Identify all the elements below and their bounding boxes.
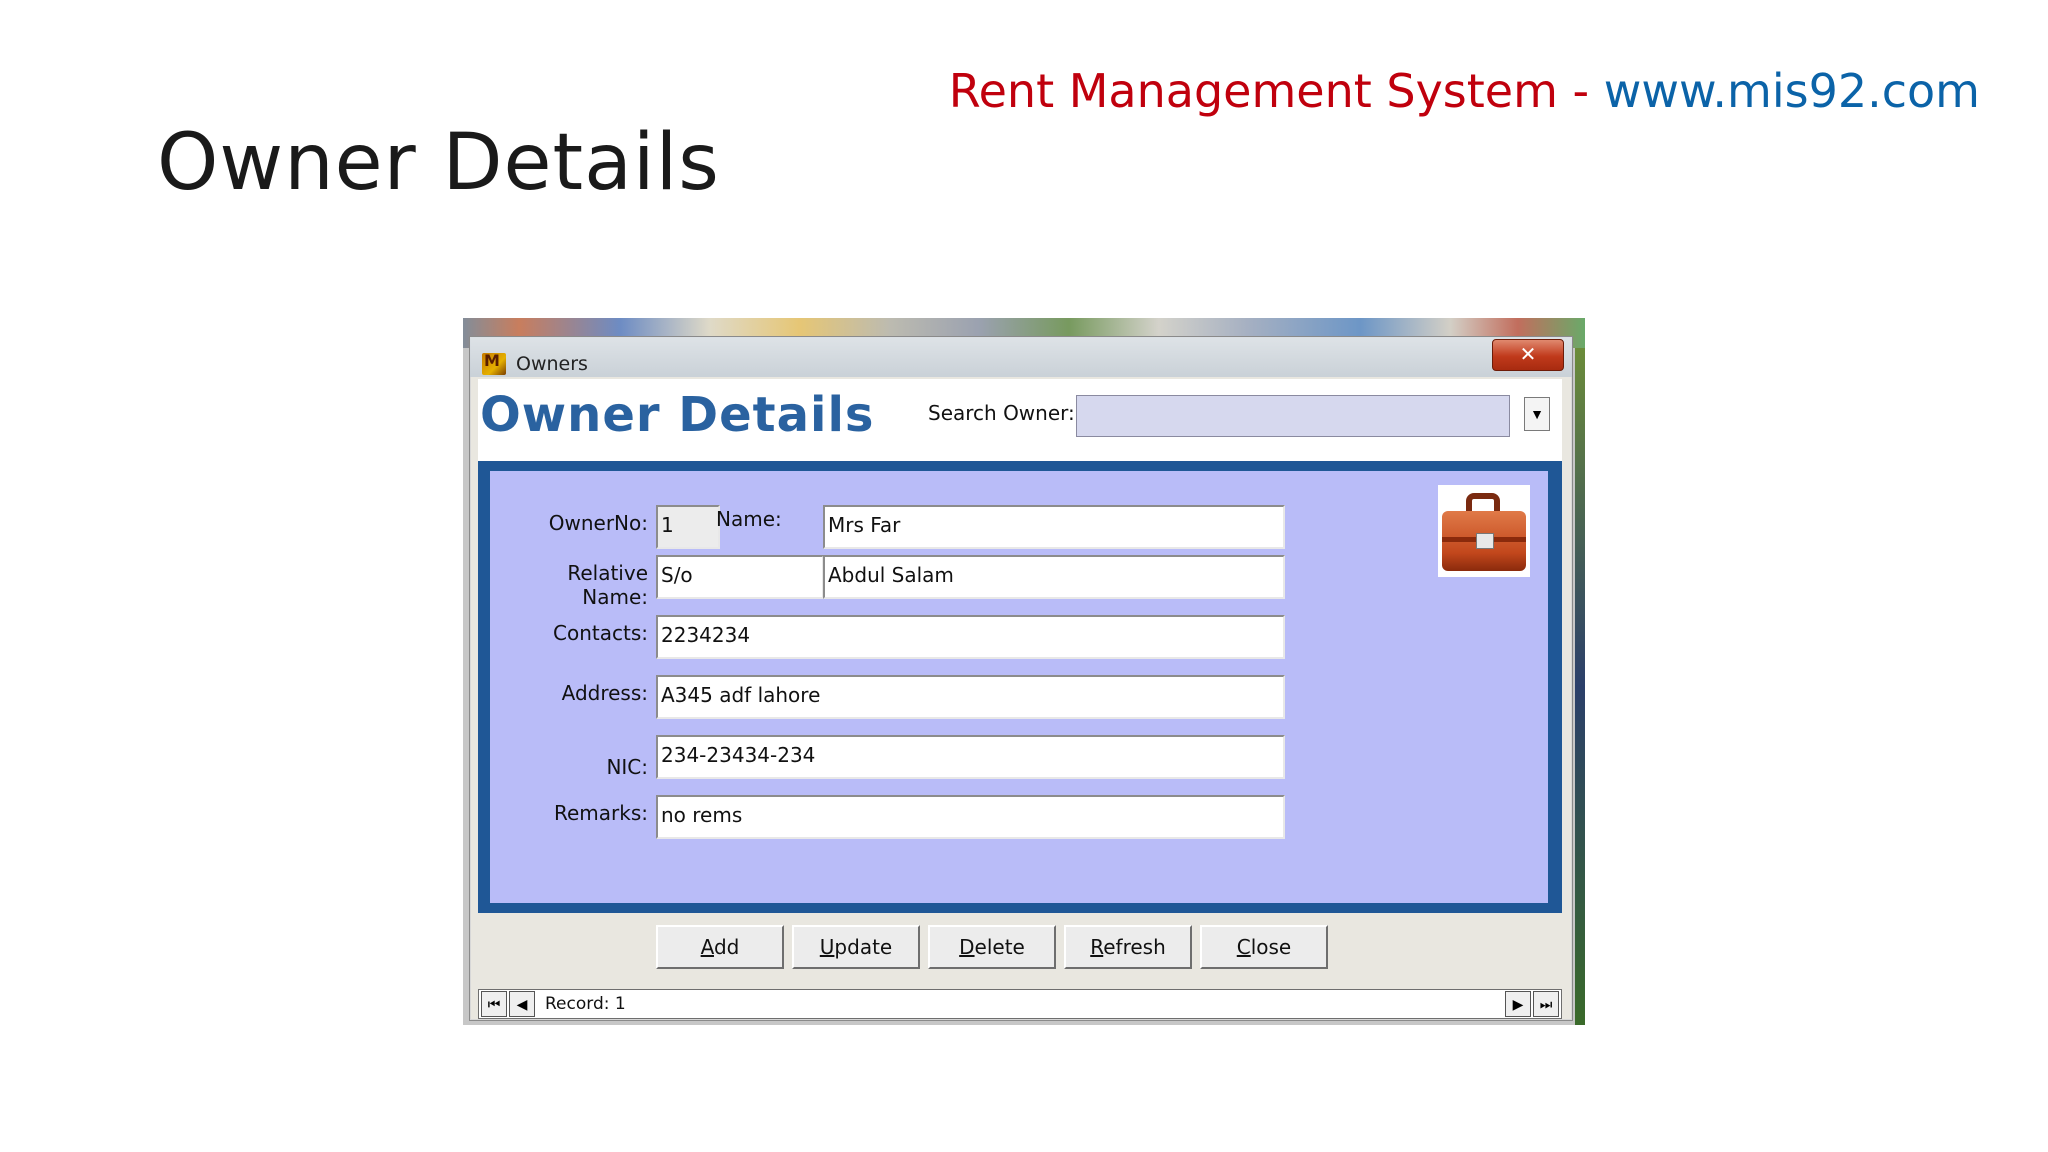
remarks-label: Remarks: [553, 801, 648, 825]
owner-no-label: OwnerNo: [548, 511, 648, 535]
owner-no-field[interactable]: 1 [656, 505, 720, 549]
chevron-down-icon[interactable]: ▼ [1524, 397, 1550, 431]
form-title: Owner Details [480, 387, 875, 443]
app-screenshot: Owners ✕ Owner Details Search Owner: ▼ O… [463, 318, 1585, 1025]
nic-field[interactable]: 234-23434-234 [656, 735, 1285, 779]
last-record-icon[interactable]: ⏭ [1533, 991, 1559, 1017]
form-frame: OwnerNo: 1 Name: Mrs Far Relative Name: … [478, 461, 1562, 913]
contacts-field[interactable]: 2234234 [656, 615, 1285, 659]
close-window-button[interactable]: ✕ [1492, 339, 1564, 371]
brand-name: Rent Management System - [948, 64, 1604, 118]
search-owner-combo[interactable] [1076, 395, 1510, 437]
button-bar: Add Update Delete Refresh Close [470, 917, 1572, 977]
close-button[interactable]: Close [1200, 925, 1328, 969]
nic-label: NIC: [606, 755, 648, 779]
brand-header: Rent Management System - www.mis92.com [949, 64, 1980, 118]
desktop-edge [1575, 348, 1585, 1025]
next-record-icon[interactable]: ▶ [1505, 991, 1531, 1017]
window-titlebar[interactable]: Owners ✕ [470, 337, 1572, 377]
remarks-field[interactable]: no rems [656, 795, 1285, 839]
record-indicator: Record: 1 [545, 994, 626, 1014]
contacts-label: Contacts: [553, 621, 648, 645]
form-header: Owner Details Search Owner: ▼ [478, 379, 1562, 461]
search-owner-label: Search Owner: [928, 401, 1075, 425]
brand-url[interactable]: www.mis92.com [1604, 64, 1980, 118]
delete-button[interactable]: Delete [928, 925, 1056, 969]
relative-name-field[interactable]: Abdul Salam [823, 555, 1285, 599]
name-label: Name: [716, 507, 782, 531]
briefcase-icon [1438, 485, 1530, 577]
address-label: Address: [561, 681, 648, 705]
refresh-button[interactable]: Refresh [1064, 925, 1192, 969]
address-field[interactable]: A345 adf lahore [656, 675, 1285, 719]
previous-record-icon[interactable]: ◀ [509, 991, 535, 1017]
slide-title: Owner Details [157, 118, 720, 208]
name-field[interactable]: Mrs Far [823, 505, 1285, 549]
add-button[interactable]: Add [656, 925, 784, 969]
record-navigator: ⏮ ◀ Record: 1 ▶ ⏭ [478, 989, 1562, 1019]
relation-field[interactable]: S/o [656, 555, 824, 599]
form-area: OwnerNo: 1 Name: Mrs Far Relative Name: … [490, 471, 1548, 903]
window-title: Owners [516, 353, 588, 375]
relative-name-label: Relative Name: [567, 561, 648, 609]
update-button[interactable]: Update [792, 925, 920, 969]
first-record-icon[interactable]: ⏮ [481, 991, 507, 1017]
app-icon [482, 351, 506, 375]
owners-window: Owners ✕ Owner Details Search Owner: ▼ O… [469, 336, 1573, 1021]
